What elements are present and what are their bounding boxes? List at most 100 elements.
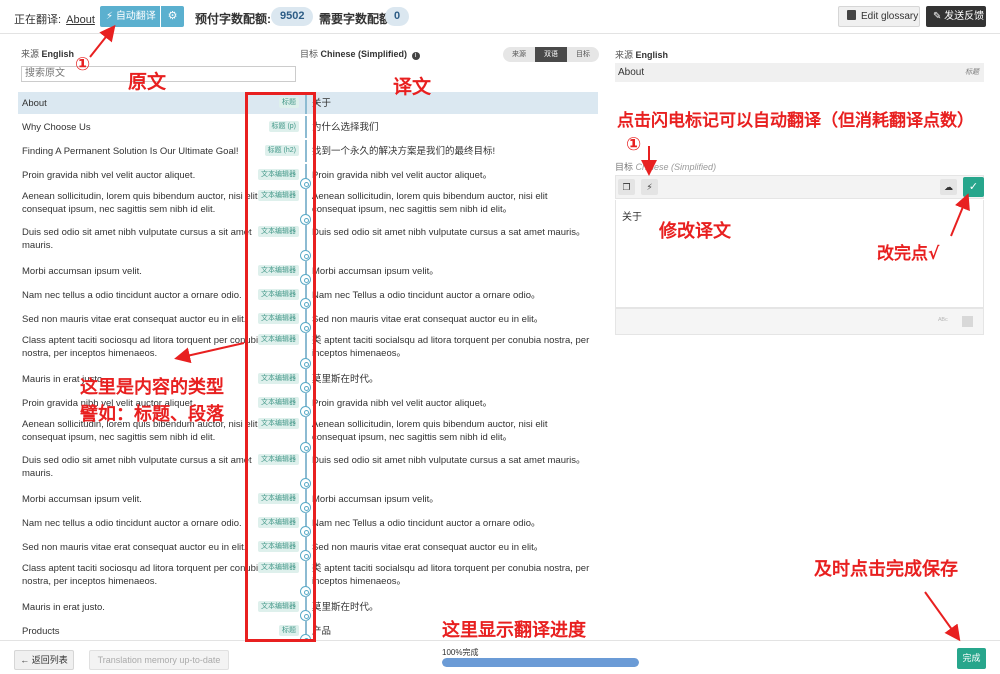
segment-source-text: Sed non mauris vitae erat consequat auct…: [22, 542, 247, 553]
segment-target-text: Nam nec Tellus a odio tincidunt auctor a…: [312, 518, 541, 529]
annotation-circle-one-b: ①: [626, 134, 642, 155]
view-mode-bilingual[interactable]: 双语: [535, 47, 567, 62]
segment-source-text: About: [22, 98, 47, 109]
segment-target-text: Morbi accumsan ipsum velit。: [312, 494, 439, 505]
target-language-header: 目标 Chinese (Simplified) i: [300, 47, 420, 60]
view-mode-source[interactable]: 来源: [503, 47, 535, 62]
segment-target-text: Duis sed odio sit amet nibh vulputate cu…: [312, 227, 586, 238]
cloud-upload-button[interactable]: ☁: [940, 179, 957, 195]
annotation-content-type-1: 这里是内容的类型: [80, 377, 224, 398]
editor-source-text: About 标题: [615, 63, 984, 82]
now-translating-page-link[interactable]: About: [66, 14, 95, 26]
segment-target-text: 莫里斯在时代。: [312, 602, 379, 613]
check-icon: ✓: [968, 181, 979, 193]
arrow-done: [924, 591, 961, 642]
editor-source-value: About: [618, 67, 645, 78]
segment-source-text: Duis sed odio sit amet nibh vulputate cu…: [22, 227, 252, 251]
segment-source-text: Nam nec tellus a odio tincidunt auctor a…: [22, 290, 242, 301]
auto-translate-segment-button[interactable]: ⚡: [641, 179, 658, 195]
required-quota-badge: 0: [385, 7, 410, 26]
editor-toolbar: ❐ ⚡ ☁ ✓: [615, 175, 984, 199]
prepaid-quota-badge: 9502: [271, 7, 314, 26]
send-feedback-label: 发送反馈: [944, 11, 985, 22]
segment-source-text: Sed non mauris vitae erat consequat auct…: [22, 314, 247, 325]
now-translating-label: 正在翻译:: [14, 14, 62, 26]
segment-source-text: Finding A Permanent Solution Is Our Ulti…: [22, 146, 239, 157]
required-quota-label: 需要字数配额: [319, 12, 392, 26]
annotation-done-check: 改完点√: [877, 244, 940, 264]
confirm-translation-button[interactable]: ✓: [963, 177, 984, 197]
glossary-book-icon: [847, 10, 856, 20]
segment-source-text: Aenean sollicitudin, lorem quis bibendum…: [22, 191, 258, 215]
segment-target-text: Aenean sollicitudin, lorem quis bibendum…: [312, 191, 548, 215]
segment-target-text: Nam nec Tellus a odio tincidunt auctor a…: [312, 290, 541, 301]
segment-target-text: Aenean sollicitudin, lorem quis bibendum…: [312, 419, 548, 443]
segment-source-text: Duis sed odio sit amet nibh vulputate cu…: [22, 455, 252, 479]
annotation-progress-hint: 这里显示翻译进度: [442, 620, 586, 641]
segment-source-text: Products: [22, 626, 60, 637]
annotation-translation: 译文: [393, 76, 432, 98]
gear-icon: ⚙: [167, 10, 178, 22]
segment-target-text: 莫里斯在时代。: [312, 374, 379, 385]
annotation-circle-one-a: ①: [75, 54, 91, 75]
lightning-icon: ⚡: [106, 11, 114, 22]
segment-target-text: Duis sed odio sit amet nibh vulputate cu…: [312, 455, 586, 466]
segment-source-text: Class aptent taciti sociosqu ad litora t…: [22, 335, 264, 359]
segment-target-text: Sed non mauris vitae erat consequat auct…: [312, 314, 544, 325]
editor-source-prefix: 来源: [615, 50, 634, 60]
annotation-content-type-2: 譬如：标题、段落: [80, 404, 224, 425]
annotation-edit-translation: 修改译文: [659, 221, 731, 242]
copy-source-button[interactable]: ❐: [618, 179, 635, 195]
prepaid-quota-label: 预付字数配额:: [195, 12, 271, 26]
info-icon[interactable]: i: [411, 52, 420, 60]
target-language: Chinese (Simplified): [320, 49, 408, 59]
segment-target-text: 类 aptent taciti socialsqu ad litora torq…: [312, 563, 590, 587]
segment-target-text: 类 aptent taciti socialsqu ad litora torq…: [312, 335, 590, 359]
lightning-icon: ⚡: [646, 182, 653, 192]
segment-target-text: 找到一个永久的解决方案是我们的最终目标!: [312, 146, 496, 157]
send-feedback-button[interactable]: ✎ 发送反馈: [926, 6, 986, 27]
keyboard-icon[interactable]: [962, 316, 973, 327]
segment-source-text: Why Choose Us: [22, 122, 91, 133]
source-prefix: 来源: [21, 49, 40, 59]
done-button[interactable]: 完成: [957, 648, 986, 669]
editor-target-header: 目标 Chinese (Simplified): [615, 160, 716, 173]
segment-source-text: Morbi accumsan ipsum velit.: [22, 266, 142, 277]
editor-target-language: Chinese (Simplified): [635, 162, 717, 172]
annotation-save-hint: 及时点击完成保存: [814, 559, 958, 580]
spellcheck-icon[interactable]: ᴬᴮᶜ: [938, 316, 948, 325]
cloud-icon: ☁: [944, 182, 953, 192]
bottom-bar: ← 返回列表 Translation memory up-to-date 100…: [0, 640, 1000, 674]
translation-memory-button[interactable]: Translation memory up-to-date: [89, 650, 229, 670]
editor-source-tag: 标题: [965, 69, 979, 76]
segment-source-text: Nam nec tellus a odio tincidunt auctor a…: [22, 518, 242, 529]
annotation-lightning-hint: 点击闪电标记可以自动翻译（但消耗翻译点数）: [617, 111, 974, 131]
content-type-highlight-box: [245, 92, 316, 642]
segment-target-text: Proin gravida nibh vel velit auctor aliq…: [312, 398, 493, 409]
edit-glossary-label: Edit glossary: [861, 11, 919, 22]
progress-bar-fill: [442, 658, 639, 667]
back-to-list-button[interactable]: ← 返回列表: [14, 650, 74, 670]
auto-translate-settings-button[interactable]: ⚙: [161, 6, 184, 27]
view-mode-target[interactable]: 目标: [567, 47, 599, 62]
segment-target-text: 为什么选择我们: [312, 122, 379, 133]
edit-glossary-button[interactable]: Edit glossary: [838, 6, 920, 27]
segment-source-text: Morbi accumsan ipsum velit.: [22, 494, 142, 505]
editor-source-header: 来源 English: [615, 48, 668, 61]
editor-footer: ᴬᴮᶜ: [615, 308, 984, 335]
source-language: English: [41, 49, 75, 59]
auto-translate-button[interactable]: ⚡ 自动翻译: [100, 6, 160, 27]
copy-icon: ❐: [622, 182, 631, 192]
segment-target-text: Sed non mauris vitae erat consequat auct…: [312, 542, 544, 553]
top-bar: 正在翻译: About ⚡ 自动翻译 ⚙ 预付字数配额: 9502 需要字数配额…: [0, 0, 1000, 34]
segment-target-text: Proin gravida nibh vel velit auctor aliq…: [312, 170, 493, 181]
segment-target-text: Morbi accumsan ipsum velit。: [312, 266, 439, 277]
segment-source-text: Class aptent taciti sociosqu ad litora t…: [22, 563, 264, 587]
segment-source-text: Proin gravida nibh vel velit auctor aliq…: [22, 170, 196, 181]
progress-label: 100%完成: [442, 648, 479, 657]
annotation-source-text: 原文: [128, 71, 167, 93]
editor-source-language: English: [635, 50, 669, 60]
source-language-header: 来源 English: [21, 47, 74, 60]
view-mode-toggle: 来源 双语 目标: [503, 47, 599, 62]
pencil-icon: ✎: [933, 11, 942, 22]
